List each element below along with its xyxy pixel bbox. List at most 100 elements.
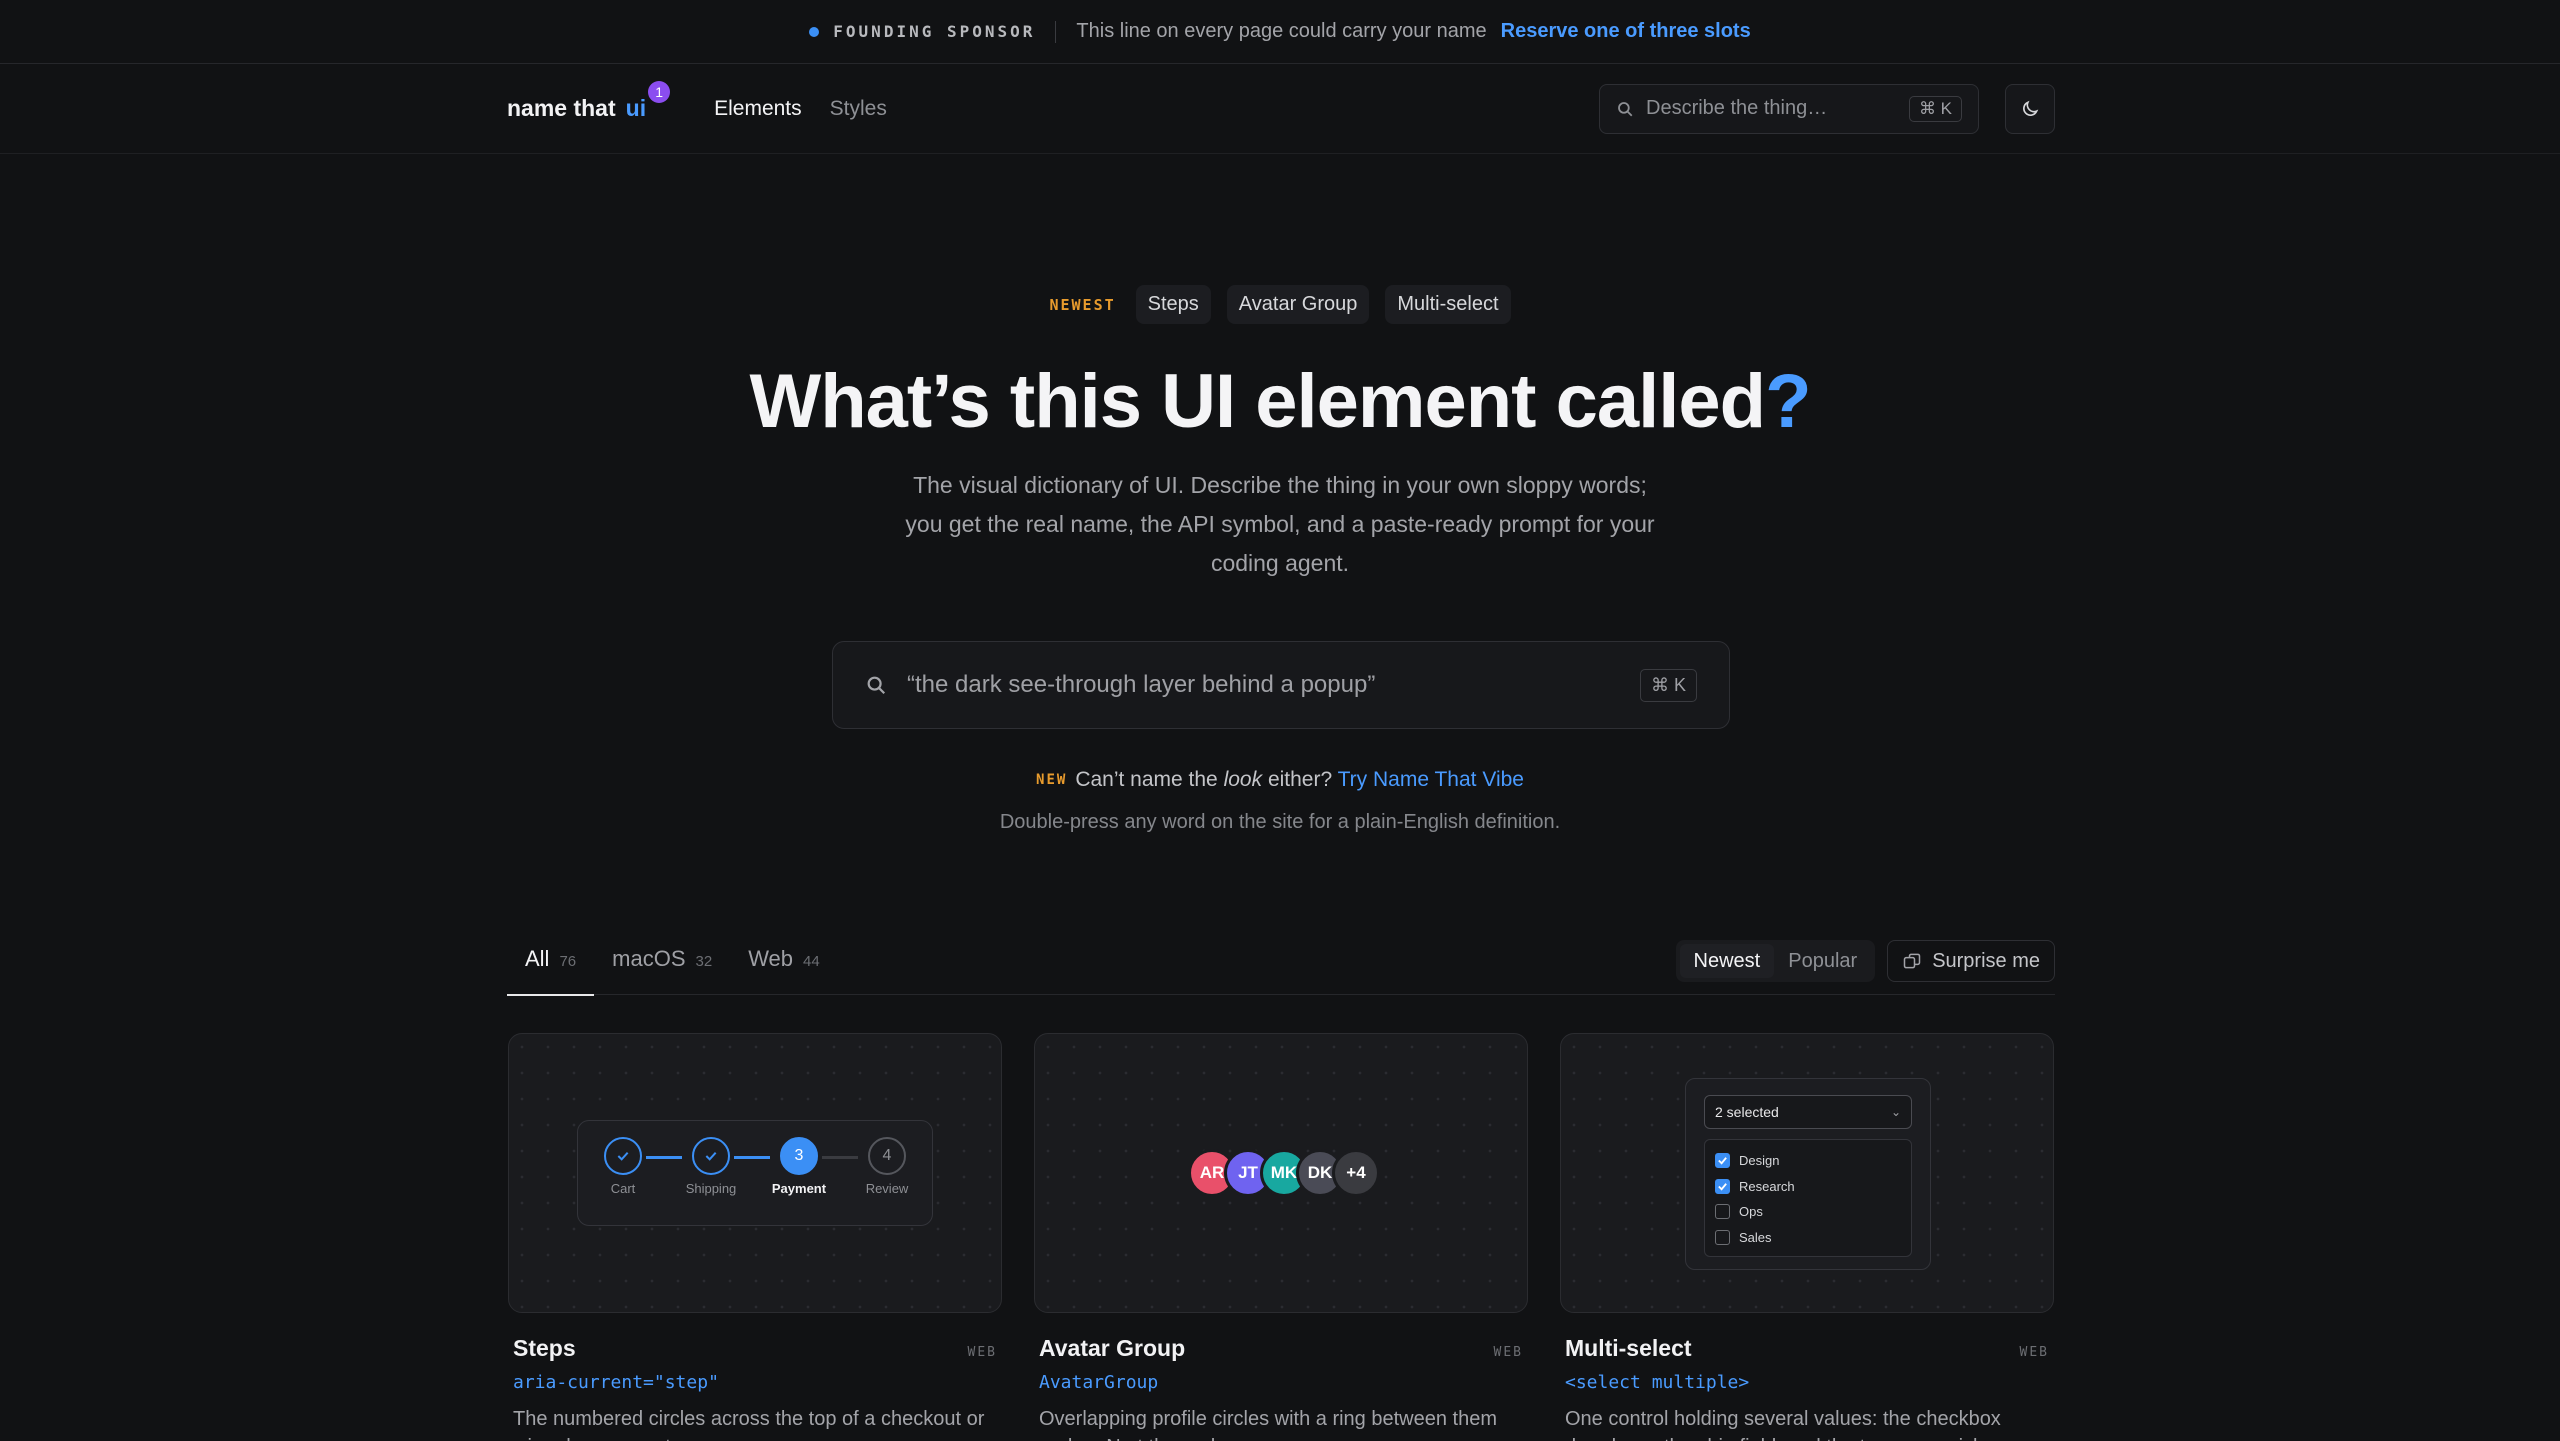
vibe-text-after: either? xyxy=(1262,768,1338,791)
card-description: Overlapping profile circles with a ring … xyxy=(1039,1408,1497,1441)
logo-badge: 1 xyxy=(648,81,671,103)
card-title: Steps xyxy=(513,1335,576,1361)
page-title: What’s this UI element called? xyxy=(0,358,2560,445)
multi-select-trigger: 2 selected ⌄ xyxy=(1704,1095,1912,1129)
new-tag: NEW xyxy=(1036,772,1068,788)
sponsor-tag: FOUNDING SPONSOR xyxy=(833,22,1036,41)
step-item: Shipping xyxy=(671,1137,751,1196)
newest-chip-avatar-group[interactable]: Avatar Group xyxy=(1226,285,1370,324)
option-label: Research xyxy=(1739,1178,1795,1194)
hero-search-placeholder: “the dark see-through layer behind a pop… xyxy=(907,671,1376,698)
multi-select-option: Ops xyxy=(1715,1199,1901,1225)
nav-search-placeholder: Describe the thing… xyxy=(1646,97,1828,119)
step-label: Shipping xyxy=(685,1181,737,1196)
tab-label: Web xyxy=(748,946,794,971)
search-icon xyxy=(1618,101,1633,116)
tab-label: macOS xyxy=(612,946,686,971)
steps-preview: Cart Shipping 3 Payment 4 Review xyxy=(577,1120,933,1226)
surprise-me-button[interactable]: Surprise me xyxy=(1887,940,2055,982)
card-steps[interactable]: Cart Shipping 3 Payment 4 Review Steps W… xyxy=(508,1033,1002,1441)
step-item: 4 Review xyxy=(847,1137,927,1196)
checkbox-checked-icon xyxy=(1715,1153,1730,1169)
search-icon xyxy=(867,676,886,695)
step-item: 3 Payment xyxy=(759,1137,839,1196)
chevron-down-icon: ⌄ xyxy=(1890,1105,1901,1119)
newest-label: NEWEST xyxy=(1049,295,1116,314)
hint-text: Double-press any word on the site for a … xyxy=(999,811,1561,833)
multi-select-preview: 2 selected ⌄ Design Research Ops Sales xyxy=(1685,1078,1931,1270)
card-description: The numbered circles across the top of a… xyxy=(513,1408,985,1441)
tab-all[interactable]: All 76 xyxy=(507,940,595,996)
step-item: Cart xyxy=(583,1137,663,1196)
multi-select-option: Sales xyxy=(1715,1225,1901,1251)
card-preview: 2 selected ⌄ Design Research Ops Sales xyxy=(1560,1033,2054,1313)
card-multi-select[interactable]: 2 selected ⌄ Design Research Ops Sales M… xyxy=(1560,1033,2054,1441)
sponsor-dot-icon xyxy=(809,26,820,37)
sponsor-divider xyxy=(1055,20,1057,43)
step-label: Cart xyxy=(610,1181,636,1196)
newest-row: NEWEST Steps Avatar Group Multi-select xyxy=(0,285,2560,324)
hero-search-shortcut: ⌘ K xyxy=(1639,668,1697,702)
card-platform: WEB xyxy=(2019,1345,2049,1360)
logo-accent: ui xyxy=(625,95,647,121)
moon-icon xyxy=(2023,100,2039,116)
card-title: Multi-select xyxy=(1565,1335,1692,1361)
dice-icon xyxy=(1903,953,1921,969)
name-that-vibe-link[interactable]: Try Name That Vibe xyxy=(1338,768,1524,791)
checkmark-icon xyxy=(692,1137,730,1175)
card-platform: WEB xyxy=(967,1345,997,1360)
checkbox-unchecked-icon xyxy=(1715,1204,1730,1220)
sponsor-bar: FOUNDING SPONSOR This line on every page… xyxy=(0,0,2560,64)
tab-count: 32 xyxy=(695,953,713,970)
card-symbol: aria-current="step" xyxy=(513,1372,719,1393)
tab-web[interactable]: Web 44 xyxy=(730,940,838,995)
nav-link-styles[interactable]: Styles xyxy=(830,97,887,121)
card-symbol: AvatarGroup xyxy=(1039,1372,1159,1393)
logo[interactable]: name that ui 1 xyxy=(507,81,671,122)
hero-subtitle: The visual dictionary of UI. Describe th… xyxy=(905,472,1655,576)
page-title-text: What’s this UI element called xyxy=(749,359,1767,444)
logo-text: name that xyxy=(507,95,616,121)
step-number: 3 xyxy=(780,1137,818,1175)
checkbox-checked-icon xyxy=(1715,1178,1730,1194)
filter-tabs: All 76 macOS 32 Web 44 Newest Popular Su… xyxy=(507,940,2055,996)
sort-toggle: Newest Popular xyxy=(1675,940,1876,982)
option-label: Sales xyxy=(1739,1229,1772,1245)
card-platform: WEB xyxy=(1493,1345,1523,1360)
nav-search-input[interactable]: Describe the thing… ⌘ K xyxy=(1599,83,1979,134)
multi-select-list: Design Research Ops Sales xyxy=(1704,1139,1912,1257)
checkbox-unchecked-icon xyxy=(1715,1229,1730,1245)
vibe-text-before: Can’t name the xyxy=(1075,768,1224,791)
card-avatar-group[interactable]: AR JT MK DK +4 Avatar Group WEB AvatarGr… xyxy=(1034,1033,1528,1441)
step-label: Payment xyxy=(771,1181,827,1196)
tab-label: All xyxy=(525,946,550,971)
card-symbol: <select multiple> xyxy=(1565,1372,1750,1393)
card-description: One control holding several values: the … xyxy=(1565,1408,2005,1441)
nav-link-elements[interactable]: Elements xyxy=(714,97,802,121)
newest-chip-multi-select[interactable]: Multi-select xyxy=(1385,285,1511,324)
surprise-me-label: Surprise me xyxy=(1932,949,2040,972)
tab-count: 76 xyxy=(559,953,577,970)
sponsor-text: This line on every page could carry your… xyxy=(1076,20,1487,42)
vibe-text-em: look xyxy=(1223,768,1263,791)
tab-macos[interactable]: macOS 32 xyxy=(594,940,730,995)
newest-chip-steps[interactable]: Steps xyxy=(1135,285,1211,324)
avatar-overflow-count: +4 xyxy=(1332,1149,1380,1197)
step-number: 4 xyxy=(868,1137,906,1175)
theme-toggle-button[interactable] xyxy=(2005,83,2055,134)
option-label: Ops xyxy=(1739,1204,1763,1220)
step-label: Review xyxy=(865,1181,909,1196)
sort-popular-button[interactable]: Popular xyxy=(1774,944,1871,978)
multi-select-option: Research xyxy=(1715,1174,1901,1200)
sort-newest-button[interactable]: Newest xyxy=(1679,944,1775,978)
vibe-promo: NEW Can’t name the look either? Try Name … xyxy=(0,768,2560,792)
multi-select-option: Design xyxy=(1715,1148,1901,1174)
page-title-mark: ? xyxy=(1765,359,1811,444)
card-preview: Cart Shipping 3 Payment 4 Review xyxy=(508,1033,1002,1313)
card-preview: AR JT MK DK +4 xyxy=(1034,1033,1528,1313)
checkmark-icon xyxy=(604,1137,642,1175)
hero-search-input[interactable]: “the dark see-through layer behind a pop… xyxy=(832,641,1730,729)
reserve-slot-link[interactable]: Reserve one of three slots xyxy=(1501,20,1751,43)
tab-count: 44 xyxy=(803,953,820,970)
option-label: Design xyxy=(1739,1153,1780,1169)
